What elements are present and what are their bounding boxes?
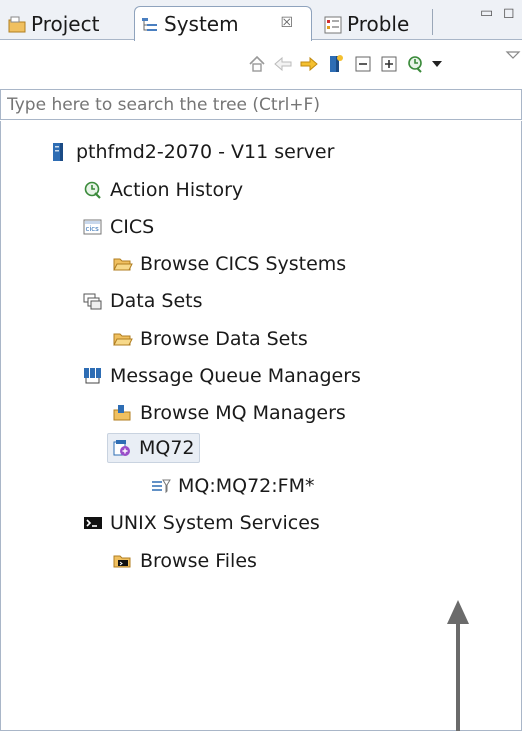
maximize-icon[interactable]: ◻ [503,5,515,21]
tree-node-mq72-filter[interactable]: MQ:MQ72:FM* [147,471,319,501]
back-arrow-icon[interactable] [272,53,294,75]
tree-node-browse-data-sets[interactable]: Browse Data Sets [109,324,312,354]
expand-all-icon[interactable] [378,53,400,75]
tab-system[interactable]: System ☒ [134,6,312,41]
tab-separator [432,9,433,35]
queue-filter-icon [151,476,171,496]
browse-mq-icon [113,403,133,423]
forward-arrow-icon[interactable] [298,53,320,75]
view-tab-bar: Project System ☒ Proble ▭ ◻ [0,0,522,41]
view-toolbar [0,41,522,89]
tab-label: Project [31,12,100,36]
dropdown-icon[interactable] [426,53,448,75]
tree-node-cics[interactable]: cics CICS [79,212,158,242]
tab-label: Proble [347,12,410,36]
svg-text:cics: cics [86,225,100,233]
terminal-icon [83,513,103,533]
tree-node-server[interactable]: pthfmd2-2070 - V11 server [45,137,338,167]
action-history-icon [83,180,103,200]
tree-node-label: Message Queue Managers [110,365,361,387]
server-icon [49,142,69,162]
tab-project[interactable]: Project [2,7,130,41]
tree-node-label: MQ72 [139,437,195,459]
tree-node-browse-cics[interactable]: Browse CICS Systems [109,249,350,279]
mq-managers-icon [83,366,103,386]
tree-node-label: Browse CICS Systems [140,253,347,275]
tree-node-unix[interactable]: UNIX System Services [79,508,324,538]
problems-icon [324,15,342,34]
tree-node-label: pthfmd2-2070 - V11 server [76,141,335,163]
folder-open-icon [113,254,133,274]
home-icon[interactable] [246,53,268,75]
folder-open-icon [113,329,133,349]
tree-node-action-history[interactable]: Action History [79,175,247,205]
annotation-arrow-line [456,622,460,731]
system-tree-icon [141,15,159,33]
server-icon[interactable] [324,53,346,75]
system-tree: pthfmd2-2070 - V11 server Action History… [0,121,522,731]
minimize-icon[interactable]: ▭ [480,5,493,21]
view-menu-icon[interactable] [502,45,522,67]
tree-node-label: CICS [110,216,155,238]
data-sets-icon [83,291,103,311]
tab-label: System [164,12,239,36]
tree-node-label: Browse Files [140,550,257,572]
tree-node-browse-mq[interactable]: Browse MQ Managers [109,398,350,428]
mq-manager-icon [112,438,132,458]
tree-search-input[interactable] [0,89,522,120]
project-folder-icon [8,15,26,33]
tree-node-mq72[interactable]: MQ72 [107,433,200,463]
tree-node-label: MQ:MQ72:FM* [178,475,315,497]
tree-node-mq-managers[interactable]: Message Queue Managers [79,361,365,391]
tree-node-label: Data Sets [110,290,203,312]
tree-node-label: Browse MQ Managers [140,402,346,424]
tree-node-data-sets[interactable]: Data Sets [79,286,207,316]
browse-files-icon [113,551,133,571]
cics-icon: cics [83,217,103,237]
annotation-arrow-head [447,600,469,624]
tree-node-label: Action History [110,179,244,201]
tree-node-browse-files[interactable]: Browse Files [109,546,261,576]
run-history-icon[interactable] [404,53,426,75]
tab-problems[interactable]: Proble [318,7,430,41]
collapse-all-icon[interactable] [352,53,374,75]
tree-node-label: UNIX System Services [110,512,320,534]
tree-node-label: Browse Data Sets [140,328,308,350]
close-icon[interactable]: ☒ [280,15,293,31]
